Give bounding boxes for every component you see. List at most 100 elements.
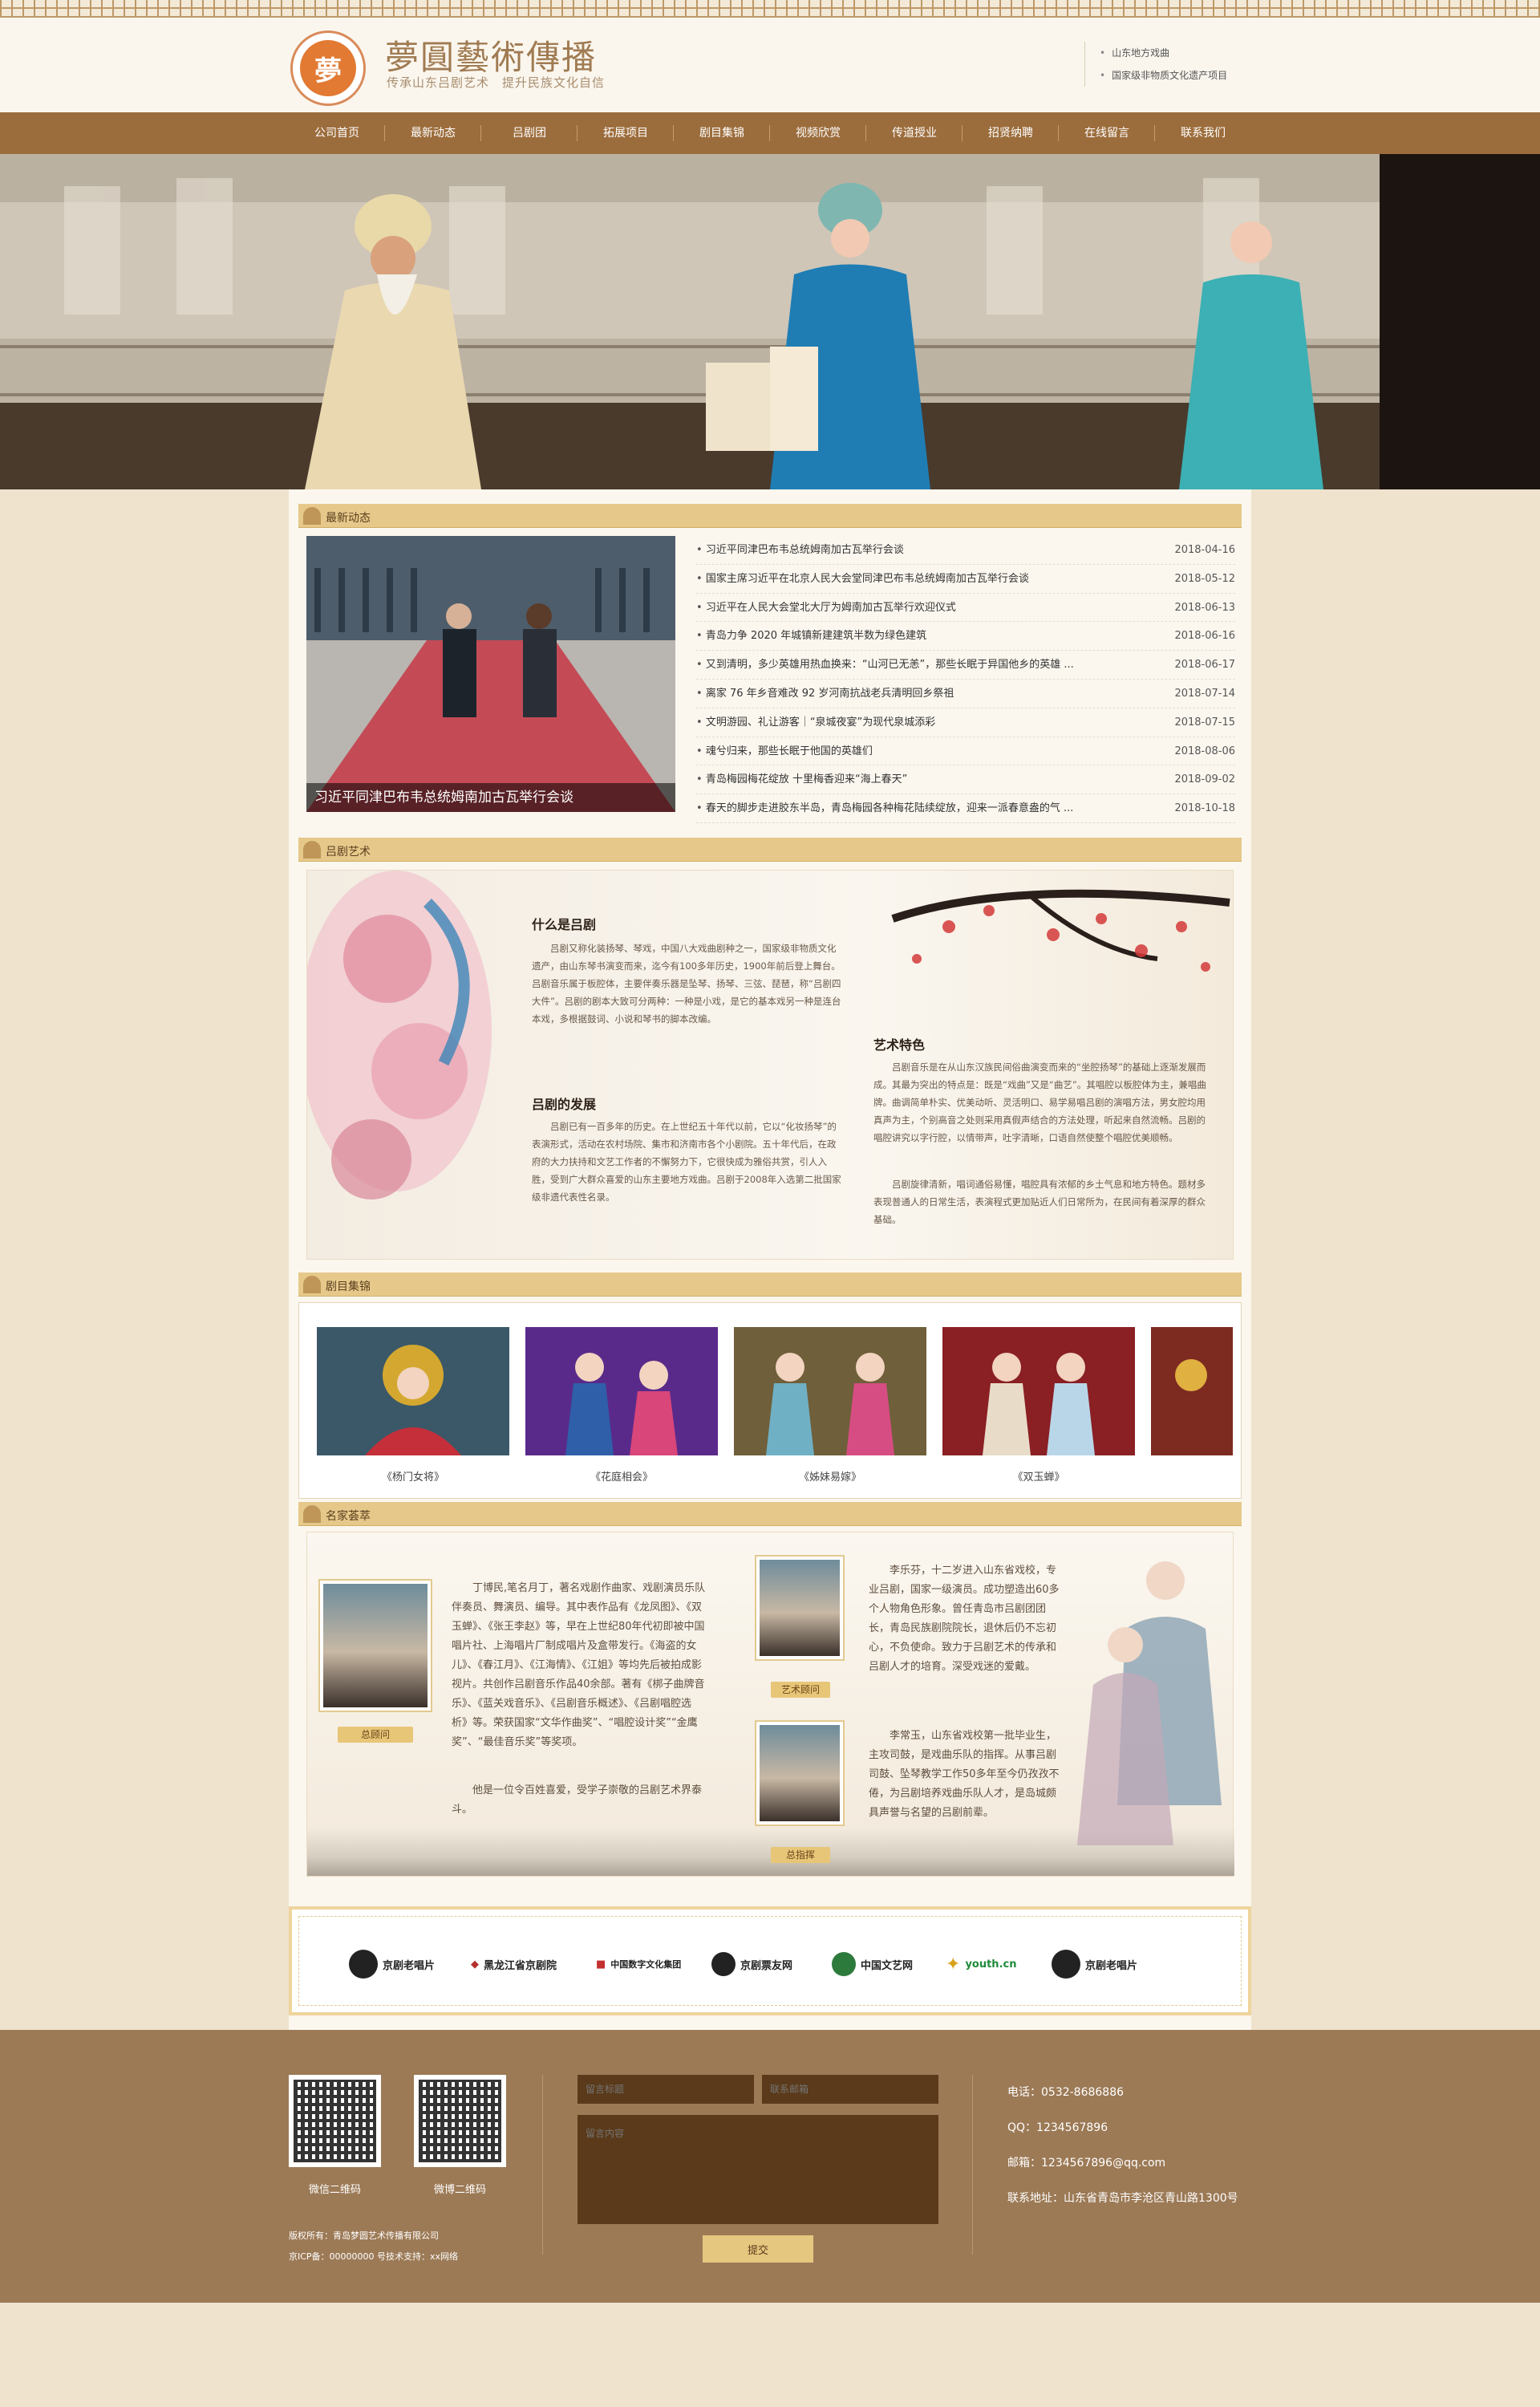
copyright-text: 版权所有：青岛梦圆艺术传播有限公司 [289,2230,439,2241]
globe-icon [832,1952,856,1976]
message-title-input[interactable] [578,2075,754,2104]
news-item-title[interactable]: 春天的脚步走进胶东半岛，青岛梅园各种梅花陆续绽放，迎来一派春意盎的气 ... [696,794,1129,822]
news-item-title[interactable]: 又到清明，多少英雄用热血换来：“山河已无恙”，那些长眠于异国他乡的英雄 ... [696,651,1129,679]
partner-name: 京剧老唱片 [1085,1959,1138,1972]
partner-logo[interactable]: 京剧票友网 [711,1949,792,1979]
news-item-title[interactable]: 魂兮归来，那些长眠于他国的英雄们 [696,737,1129,765]
news-featured-caption[interactable]: 习近平同津巴布韦总统姆南加古瓦举行会谈 [306,783,675,812]
copyright-block: 版权所有：青岛梦圆艺术传播有限公司 京ICP备：00000000 号技术支持：x… [289,2226,458,2267]
message-content-textarea[interactable] [578,2115,938,2224]
nav-item-contact[interactable]: 联系我们 [1155,112,1251,154]
header-link-heritage[interactable]: 国家级非物质文化遗产项目 [1100,64,1227,87]
news-item[interactable]: 习近平同津巴布韦总统姆南加古瓦举行会谈 2018-04-16 [696,536,1235,565]
nav-item-videos[interactable]: 视频欣赏 [770,112,866,154]
main-content: 最新动态 习近平同津巴布韦总统姆南加古瓦举行会谈 习近平同津巴布韦总统姆南加古瓦… [289,489,1251,2030]
footer-divider [972,2075,973,2255]
master-portrait-1[interactable] [320,1581,431,1711]
masters-panel: 总顾问 丁博民,笔名月丁，著名戏剧作曲家、戏剧演员乐队伴奏员、舞演员、编导。其中… [306,1532,1234,1877]
news-item-date: 2018-04-16 [1174,544,1235,556]
record-disc-icon [711,1952,736,1976]
mask-icon: ◆ [471,1958,479,1971]
nav-item-projects[interactable]: 拓展项目 [578,112,674,154]
master-bio-3: 李常玉，山东省戏校第一批毕业生，主攻司鼓，是戏曲乐队的指挥。从事吕剧司鼓、坠琴教… [869,1730,1060,1819]
wechat-qr-label: 微信二维码 [308,2184,361,2196]
news-item[interactable]: 青岛梅园梅花绽放 十里梅香迎来“海上春天” 2018-09-02 [696,765,1235,795]
contact-info: 电话：0532-8686886 QQ：1234567896 邮箱：1234567… [1007,2075,1238,2216]
nav-item-home[interactable]: 公司首页 [289,112,385,154]
news-item[interactable]: 国家主席习近平在北京人民大会堂同津巴布韦总统姆南加古瓦举行会谈 2018-05-1… [696,565,1235,594]
news-item[interactable]: 青岛力争 2020 年城镇新建建筑半数为绿色建筑 2018-06-16 [696,622,1235,651]
partner-logo[interactable]: ◆ 黑龙江省京剧院 [471,1949,557,1979]
masters-section-header: 名家荟萃 [298,1502,1242,1526]
icp-text: 京ICP备：00000000 号技术支持：xx网络 [289,2251,459,2262]
news-item[interactable]: 春天的脚步走进胶东半岛，青岛梅园各种梅花陆续绽放，迎来一派春意盎的气 ... 20… [696,794,1235,823]
partner-logo[interactable]: ✦ youth.cn [946,1949,1016,1979]
top-pattern-band [0,0,1540,18]
partner-logo[interactable]: ■ 中国数字文化集团 [596,1949,681,1979]
partner-logos-frame: 京剧老唱片 ◆ 黑龙江省京剧院 ■ 中国数字文化集团 京剧票友网 中国文艺网 ✦… [298,1916,1242,2006]
submit-button[interactable]: 提交 [703,2235,813,2263]
news-item-date: 2018-07-14 [1174,687,1235,700]
news-item[interactable]: 离家 76 年乡音难改 92 岁河南抗战老兵清明回乡祭祖 2018-07-14 [696,680,1235,708]
nav-item-recruit[interactable]: 招贤纳聘 [962,112,1059,154]
repertoire-caption[interactable]: 《双玉蝉》 [942,1468,1135,1484]
contact-email: 邮箱：1234567896@qq.com [1007,2157,1166,2170]
master-tag-3: 总指挥 [771,1847,830,1863]
repertoire-item-partial[interactable] [1151,1327,1233,1459]
repertoire-item[interactable]: 《杨门女将》 [317,1327,509,1484]
header-link-local-opera[interactable]: 山东地方戏曲 [1100,42,1227,64]
news-item-title[interactable]: 青岛力争 2020 年城镇新建建筑半数为绿色建筑 [696,622,1129,650]
header-links: 山东地方戏曲 国家级非物质文化遗产项目 [1084,42,1227,87]
news-featured-image[interactable]: 习近平同津巴布韦总统姆南加古瓦举行会谈 [306,536,675,812]
partner-name: youth.cn [965,1958,1017,1971]
partner-logo[interactable]: 京剧老唱片 [349,1949,435,1979]
nav-item-teaching[interactable]: 传道授业 [866,112,962,154]
repertoire-item[interactable]: 《花庭相会》 [525,1327,718,1484]
news-photo-illustration [306,536,675,812]
partner-logo[interactable]: 中国文艺网 [832,1949,913,1979]
nav-item-message[interactable]: 在线留言 [1059,112,1155,154]
logo-seal[interactable]: 夢 [290,30,366,106]
news-item-title[interactable]: 离家 76 年乡音难改 92 岁河南抗战老兵清明回乡祭祖 [696,680,1129,708]
news-section-title: 最新动态 [326,512,371,525]
art-what-title: 什么是吕剧 [532,917,597,932]
art-panel: 什么是吕剧 吕剧又称化装扬琴、琴戏，中国八大戏曲剧种之一，国家级非物质文化遗产，… [306,870,1234,1260]
record-disc-icon [349,1950,378,1979]
fan-icon [303,841,321,858]
art-dev-title: 吕剧的发展 [532,1097,597,1112]
brand-title: 夢圓藝術傳播 [385,38,598,77]
nav-item-repertoire[interactable]: 剧目集锦 [674,112,770,154]
record-disc-icon [1052,1950,1080,1979]
banner-stage-illustration [0,154,1540,489]
message-email-input[interactable] [762,2075,938,2104]
news-item[interactable]: 魂兮归来，那些长眠于他国的英雄们 2018-08-06 [696,737,1235,766]
repertoire-item[interactable]: 《姊妹易嫁》 [734,1327,926,1484]
hero-banner [0,154,1540,489]
master-portrait-2[interactable] [756,1557,843,1659]
repertoire-caption[interactable]: 《姊妹易嫁》 [734,1468,926,1484]
news-item[interactable]: 又到清明，多少英雄用热血换来：“山河已无恙”，那些长眠于异国他乡的英雄 ... 2… [696,651,1235,680]
nav-item-news[interactable]: 最新动态 [385,112,481,154]
repertoire-photo [317,1327,509,1455]
master-portrait-3[interactable] [756,1722,843,1825]
partner-logo[interactable]: 京剧老唱片 [1052,1949,1137,1979]
news-item[interactable]: 文明游园、礼让游客｜“泉城夜宴”为现代泉城添彩 2018-07-15 [696,708,1235,737]
news-item-title[interactable]: 习近平在人民大会堂北大厅为姆南加古瓦举行欢迎仪式 [696,594,1129,622]
repertoire-section-title: 剧目集锦 [326,1281,371,1293]
partner-name: 黑龙江省京剧院 [484,1959,557,1972]
nav-item-troupe[interactable]: 吕剧团 [481,112,578,154]
repertoire-item[interactable]: 《双玉蝉》 [942,1327,1135,1484]
repertoire-caption[interactable]: 《杨门女将》 [317,1468,509,1484]
partner-name: 中国数字文化集团 [610,1959,682,1970]
repertoire-caption[interactable]: 《花庭相会》 [525,1468,718,1484]
news-item-date: 2018-05-12 [1174,572,1235,585]
news-item-title[interactable]: 文明游园、礼让游客｜“泉城夜宴”为现代泉城添彩 [696,708,1129,737]
news-item-date: 2018-08-06 [1174,745,1235,757]
news-item-title[interactable]: 青岛梅园梅花绽放 十里梅香迎来“海上春天” [696,765,1129,794]
news-item-title[interactable]: 习近平同津巴布韦总统姆南加古瓦举行会谈 [696,536,1129,564]
opera-figure-illustration [1077,1561,1222,1845]
master-bio-1: 丁博民,笔名月丁，著名戏剧作曲家、戏剧演员乐队伴奏员、舞演员、编导。其中表作品有… [452,1582,706,1748]
news-item[interactable]: 习近平在人民大会堂北大厅为姆南加古瓦举行欢迎仪式 2018-06-13 [696,594,1235,623]
art-section-header: 吕剧艺术 [298,838,1242,862]
news-item-title[interactable]: 国家主席习近平在北京人民大会堂同津巴布韦总统姆南加古瓦举行会谈 [696,565,1129,593]
